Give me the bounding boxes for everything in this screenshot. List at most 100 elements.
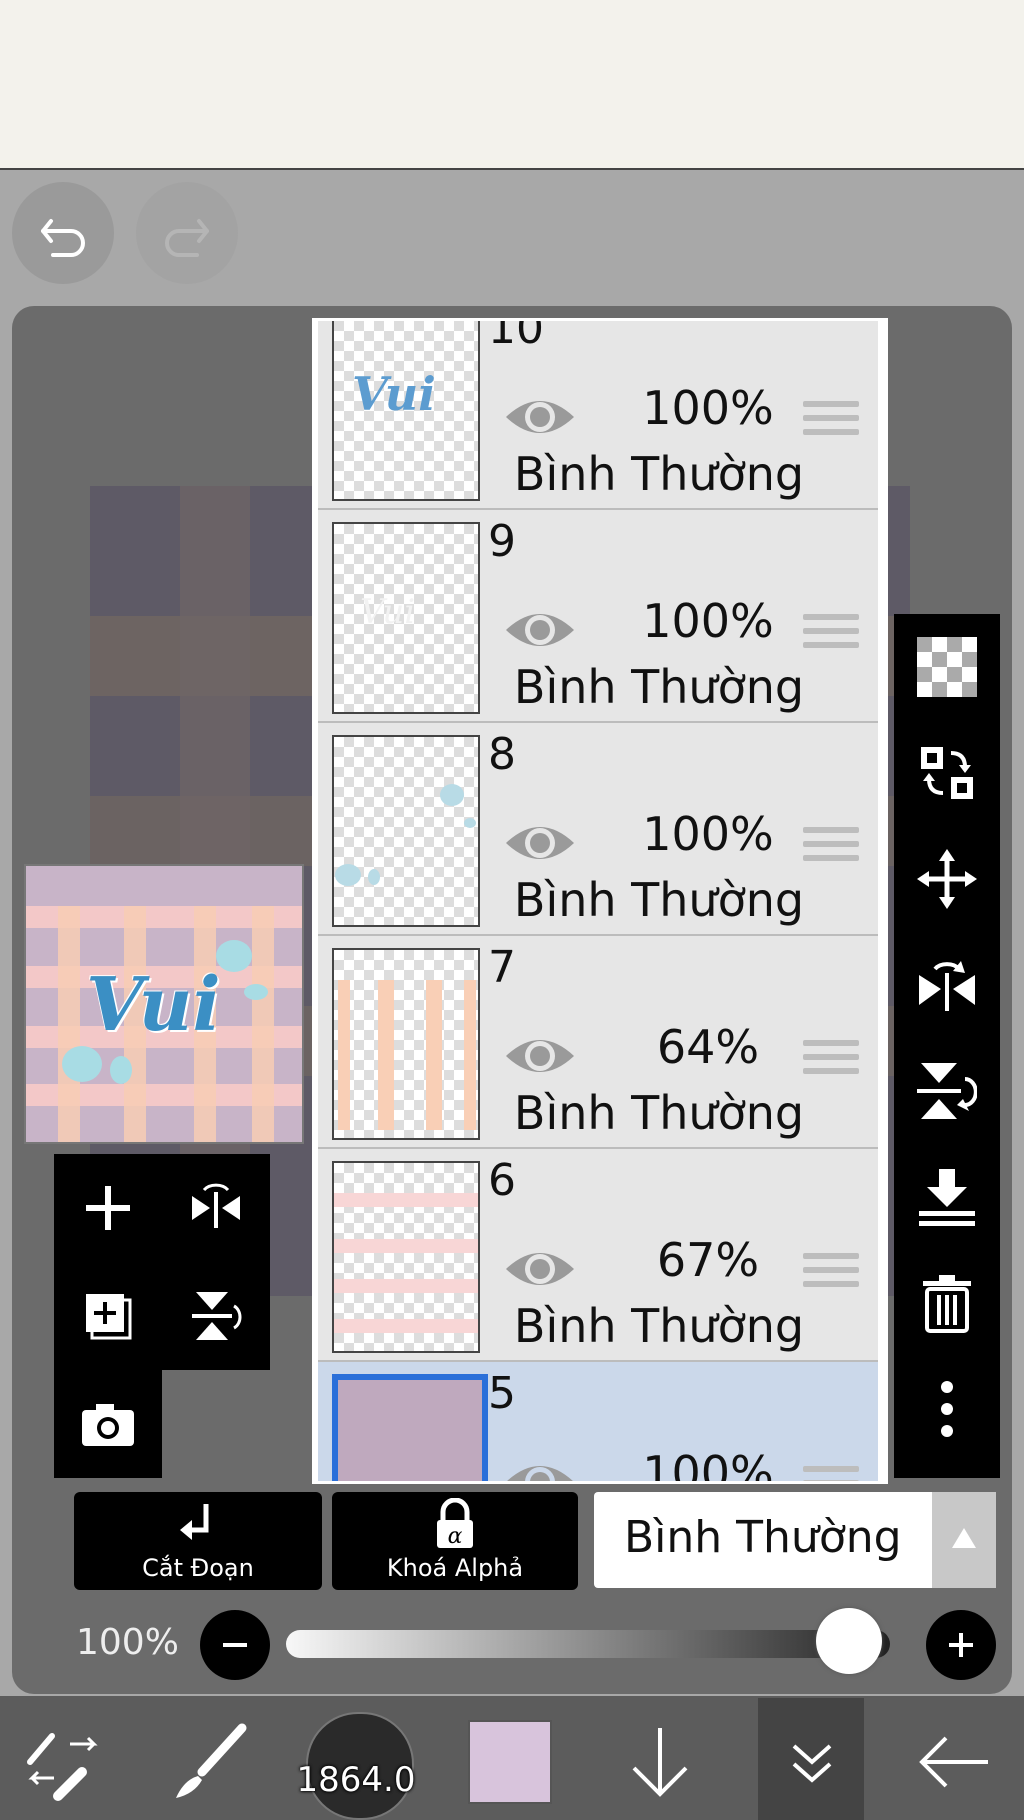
minus-icon	[223, 1643, 247, 1647]
plus-icon	[949, 1633, 973, 1657]
drag-handle-icon[interactable]	[803, 614, 859, 656]
layer-blend-mode: Bình Thường	[513, 1086, 805, 1140]
layer-number: 8	[488, 729, 516, 780]
visibility-eye-icon[interactable]	[502, 604, 578, 656]
alpha-lock-button[interactable]: α Khoá Alphả	[332, 1492, 578, 1590]
layer-opacity: 100%	[642, 594, 774, 648]
back-arrow-icon[interactable]	[914, 1722, 994, 1802]
svg-text:α: α	[448, 1524, 463, 1549]
lock-icon: α	[437, 1498, 473, 1549]
duplicate-layer-button[interactable]	[54, 1262, 162, 1370]
double-chevron-down-icon[interactable]	[784, 1730, 840, 1796]
blend-mode-value: Bình Thường	[624, 1512, 902, 1563]
drag-handle-icon[interactable]	[803, 401, 859, 443]
layer-thumbnail[interactable]: Vui	[332, 522, 480, 714]
more-icon	[941, 1381, 953, 1437]
merge-down-icon	[919, 1169, 975, 1226]
brush-icon[interactable]	[168, 1722, 248, 1802]
transparent-bg-icon	[917, 637, 977, 697]
opacity-decrease-button[interactable]	[200, 1610, 270, 1680]
layer-opacity: 64%	[656, 1020, 760, 1074]
layer-thumbnail[interactable]	[332, 948, 480, 1140]
layer-blend-mode: Bình Thường	[513, 447, 805, 501]
layer-row[interactable]: 6 67% Bình Thường	[318, 1149, 878, 1362]
layer-number: 6	[488, 1155, 516, 1206]
color-swatch[interactable]	[468, 1720, 552, 1804]
layer-thumbnail[interactable]	[332, 735, 480, 927]
status-bar-area	[0, 0, 1024, 170]
visibility-eye-icon[interactable]	[502, 1243, 578, 1295]
layer-mini-toolbar	[54, 1154, 270, 1478]
clipping-icon	[180, 1504, 209, 1540]
add-layer-icon	[86, 1186, 130, 1230]
layer-blend-mode: Bình Thường	[513, 873, 805, 927]
opacity-increase-button[interactable]	[926, 1610, 996, 1680]
opacity-value: 100%	[76, 1622, 179, 1663]
flip-vertical-icon	[917, 1063, 977, 1119]
flip-layer-button[interactable]	[162, 1154, 270, 1262]
more-options-button[interactable]	[894, 1356, 1000, 1462]
canvas-preview: Vui	[24, 864, 304, 1144]
layer-opacity: 67%	[656, 1233, 760, 1287]
layer-number: 10	[488, 321, 544, 354]
redo-button[interactable]	[136, 182, 238, 284]
drag-handle-icon[interactable]	[803, 1040, 859, 1082]
trash-icon	[923, 1275, 971, 1333]
flip-vertical-button[interactable]	[894, 1038, 1000, 1144]
merge-down-button[interactable]	[894, 1144, 1000, 1250]
visibility-eye-icon[interactable]	[502, 391, 578, 443]
duplicate-layer-icon	[86, 1294, 132, 1340]
layer-thumbnail[interactable]	[332, 1161, 480, 1353]
undo-icon	[41, 219, 85, 257]
drag-handle-icon[interactable]	[803, 1253, 859, 1295]
layer-transfer-button[interactable]	[894, 720, 1000, 826]
flip-vertical-icon	[192, 1292, 242, 1340]
redo-icon	[165, 219, 209, 257]
layer-number: 7	[488, 942, 516, 993]
undo-button[interactable]	[12, 182, 114, 284]
layer-row[interactable]: Vui 9 100% Bình Thường	[318, 510, 878, 723]
swap-tool-icon[interactable]	[22, 1722, 102, 1802]
flip-horizontal-button[interactable]	[894, 932, 1000, 1038]
preview-text: Vui	[86, 962, 221, 1048]
layer-row[interactable]: Vui 10 100% Bình Thường	[318, 321, 878, 510]
layer-row-selected[interactable]: 5 100%	[318, 1362, 878, 1481]
flip-icon	[192, 1183, 240, 1228]
layer-tools-toolbar	[894, 614, 1000, 1478]
layer-row[interactable]: 8 100% Bình Thường	[318, 723, 878, 936]
delete-layer-button[interactable]	[894, 1250, 1000, 1356]
visibility-eye-icon[interactable]	[502, 1030, 578, 1082]
camera-icon	[82, 1404, 134, 1446]
clipping-label: Cắt Đoạn	[142, 1554, 254, 1582]
add-layer-button[interactable]	[54, 1154, 162, 1262]
layer-transfer-icon	[921, 747, 973, 799]
layer-blend-mode: Bình Thường	[513, 660, 805, 714]
layer-number: 9	[488, 516, 516, 567]
flip-horizontal-icon	[919, 961, 975, 1011]
layer-thumbnail[interactable]: Vui	[332, 321, 480, 501]
arrow-down-icon[interactable]	[620, 1722, 700, 1802]
move-button[interactable]	[894, 826, 1000, 932]
camera-button[interactable]	[54, 1370, 162, 1478]
visibility-eye-icon[interactable]	[502, 817, 578, 869]
layer-opacity: 100%	[642, 381, 774, 435]
layer-row[interactable]: 7 64% Bình Thường	[318, 936, 878, 1149]
clipping-button[interactable]: Cắt Đoạn	[74, 1492, 322, 1590]
flip-vertical-button[interactable]	[162, 1262, 270, 1370]
blend-mode-select[interactable]: Bình Thường	[594, 1492, 996, 1588]
layer-opacity: 100%	[642, 1446, 774, 1481]
visibility-eye-icon[interactable]	[502, 1456, 578, 1481]
opacity-slider-track[interactable]	[286, 1630, 890, 1658]
layer-thumb-text: Vui	[360, 592, 416, 632]
transparent-bg-button[interactable]	[894, 614, 1000, 720]
layer-thumb-text: Vui	[352, 367, 436, 421]
opacity-slider-handle[interactable]	[816, 1608, 882, 1674]
layer-number: 5	[488, 1368, 516, 1419]
blend-mode-dropdown[interactable]	[932, 1492, 996, 1588]
layers-panel[interactable]: Vui 10 100% Bình Thường Vui 9 100% Bình …	[312, 318, 888, 1484]
layer-thumbnail[interactable]	[332, 1374, 488, 1481]
layer-opacity: 100%	[642, 807, 774, 861]
drag-handle-icon[interactable]	[803, 827, 859, 869]
drag-handle-icon[interactable]	[803, 1466, 859, 1481]
alpha-lock-label: Khoá Alphả	[386, 1554, 524, 1582]
